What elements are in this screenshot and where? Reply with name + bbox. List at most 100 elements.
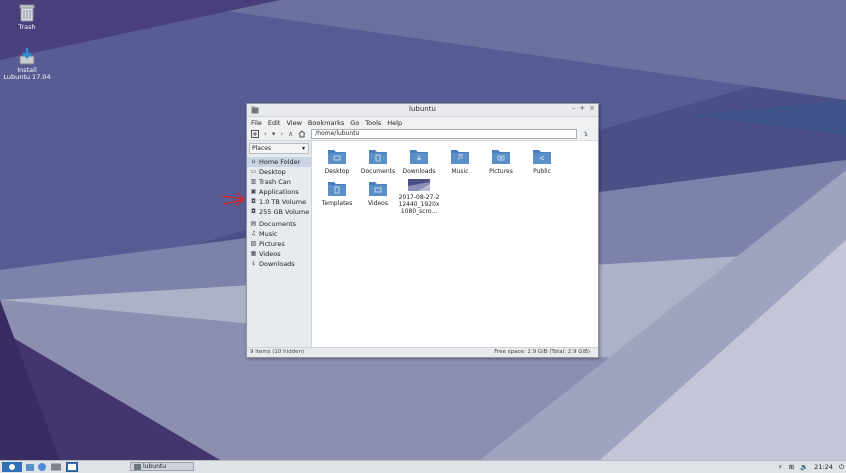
- power-manager-icon[interactable]: ⚡: [778, 463, 783, 471]
- workspace-switcher-icon[interactable]: [66, 462, 78, 472]
- path-input[interactable]: [311, 129, 578, 139]
- sidebar-item-pictures[interactable]: ▨ Pictures: [247, 239, 311, 249]
- window-body: Places ▾ ⌂ Home Folder ▭ Desktop ▥ Trash…: [247, 141, 598, 348]
- sidebar-item-label: Desktop: [259, 168, 286, 176]
- image-thumbnail-icon: [408, 179, 430, 191]
- network-icon[interactable]: ⊞: [789, 463, 794, 471]
- new-tab-icon[interactable]: [251, 130, 259, 138]
- home-icon[interactable]: [298, 130, 306, 138]
- taskbar-window-lubuntu[interactable]: lubuntu: [130, 462, 194, 471]
- file-item-music[interactable]: Music: [439, 147, 481, 175]
- file-name: Pictures: [489, 168, 513, 175]
- sidebar-item-label: Music: [259, 230, 278, 238]
- file-list-area[interactable]: Desktop Documents Downloads Music Pictur…: [312, 141, 598, 348]
- file-name: Music: [451, 168, 469, 175]
- menu-bookmarks[interactable]: Bookmarks: [308, 119, 344, 127]
- sidebar-item-downloads[interactable]: ↓ Downloads: [247, 259, 311, 269]
- folder-icon: ▤: [250, 220, 257, 227]
- file-item-documents[interactable]: Documents: [357, 147, 399, 175]
- desktop-icon-trash[interactable]: Trash: [0, 4, 57, 31]
- close-button[interactable]: ×: [589, 104, 595, 112]
- desktop: Trash Install Lubuntu 17.04 lubuntu – + …: [0, 0, 846, 473]
- toolbar: ‹ ▾ › ∧ ↴: [247, 128, 598, 141]
- folder-music-icon: [451, 150, 469, 164]
- drive-icon: ◘: [251, 198, 256, 205]
- sidebar-item-desktop[interactable]: ▭ Desktop: [247, 167, 311, 177]
- folder-videos-icon: [369, 182, 387, 196]
- status-free-space: Free space: 2.9 GiB (Total: 2.9 GiB): [494, 349, 590, 355]
- desktop-icon-label: Lubuntu 17.04: [3, 73, 51, 81]
- file-manager-window: lubuntu – + × File Edit View Bookmarks G…: [246, 103, 599, 358]
- sidebar-item-music[interactable]: ♫ Music: [247, 229, 311, 239]
- folder-public-icon: [533, 150, 551, 164]
- folder-documents-icon: [369, 150, 387, 164]
- sidebar-item-label: Documents: [259, 220, 297, 228]
- menu-go[interactable]: Go: [350, 119, 359, 127]
- applications-icon: ▣: [250, 188, 257, 195]
- menu-view[interactable]: View: [286, 119, 301, 127]
- show-desktop-icon[interactable]: [50, 462, 62, 472]
- file-item-public[interactable]: Public: [521, 147, 563, 175]
- sidebar-item-label: Videos: [259, 250, 281, 258]
- go-icon[interactable]: ↴: [582, 130, 588, 138]
- file-item-downloads[interactable]: Downloads: [398, 147, 440, 175]
- file-item-videos[interactable]: Videos: [357, 179, 399, 207]
- sidebar-item-applications[interactable]: ▣ Applications: [247, 187, 311, 197]
- places-selector[interactable]: Places ▾: [249, 143, 309, 154]
- status-item-count: 9 items (10 hidden): [250, 349, 305, 355]
- folder-icon: [134, 464, 141, 470]
- menu-file[interactable]: File: [251, 119, 262, 127]
- sidebar-item-label: Applications: [259, 188, 299, 196]
- file-name: Public: [533, 168, 551, 175]
- places-selector-label: Places: [252, 145, 272, 152]
- minimize-button[interactable]: –: [572, 104, 576, 112]
- file-manager-launcher-icon[interactable]: [25, 462, 35, 472]
- window-title: lubuntu: [409, 105, 436, 113]
- file-item-templates[interactable]: Templates: [316, 179, 358, 207]
- sidebar-item-label: 255 GB Volume: [259, 208, 310, 216]
- file-item-screenshot-image[interactable]: 2017-08-27-2 12440_1920x 1080_scro...: [398, 179, 440, 215]
- sidebar-item-documents[interactable]: ▤ Documents: [247, 219, 311, 229]
- sidebar-item-label: Downloads: [259, 260, 295, 268]
- file-name: 12440_1920x: [398, 201, 440, 208]
- window-titlebar[interactable]: lubuntu – + ×: [247, 104, 598, 117]
- power-icon[interactable]: ⏻: [839, 463, 844, 472]
- install-icon: [19, 48, 35, 65]
- folder-templates-icon: [328, 182, 346, 196]
- history-dropdown-icon[interactable]: ▾: [272, 130, 276, 138]
- home-icon: ⌂: [251, 158, 256, 165]
- menu-help[interactable]: Help: [387, 119, 402, 127]
- start-menu-button[interactable]: [2, 462, 22, 472]
- folder-desktop-icon: [328, 150, 346, 164]
- menu-edit[interactable]: Edit: [268, 119, 281, 127]
- menu-tools[interactable]: Tools: [365, 119, 381, 127]
- desktop-icon-install[interactable]: Install Lubuntu 17.04: [0, 47, 57, 81]
- file-name: Desktop: [324, 168, 350, 175]
- drive-icon: ◘: [251, 208, 256, 215]
- sidebar-item-255gb-volume[interactable]: ◘ 255 GB Volume: [247, 207, 311, 217]
- file-item-pictures[interactable]: Pictures: [480, 147, 522, 175]
- videos-icon: ▦: [250, 250, 257, 257]
- volume-icon[interactable]: 🔉: [800, 463, 808, 471]
- sidebar-item-label: Pictures: [259, 240, 285, 248]
- forward-icon[interactable]: ›: [280, 130, 283, 138]
- sidebar-item-label: Trash Can: [259, 178, 291, 186]
- trash-icon: [19, 4, 35, 22]
- file-name: Videos: [368, 200, 388, 207]
- clock[interactable]: 21:24: [814, 463, 833, 471]
- file-name: 1080_scro...: [400, 208, 438, 215]
- sidebar-item-trash-can[interactable]: ▥ Trash Can: [247, 177, 311, 187]
- sidebar-item-1tb-volume[interactable]: ◘ 1.0 TB Volume: [247, 197, 311, 207]
- sidebar-item-videos[interactable]: ▦ Videos: [247, 249, 311, 259]
- file-item-desktop[interactable]: Desktop: [316, 147, 358, 175]
- file-name: Downloads: [402, 168, 436, 175]
- back-icon[interactable]: ‹: [264, 130, 267, 138]
- browser-launcher-icon[interactable]: [37, 462, 47, 472]
- downloads-icon: ↓: [250, 260, 257, 267]
- maximize-button[interactable]: +: [579, 104, 585, 112]
- file-name: Documents: [360, 168, 396, 175]
- sidebar-item-home-folder[interactable]: ⌂ Home Folder: [247, 157, 311, 167]
- system-tray: ⚡ ⊞ 🔉 21:24 ⏻: [778, 462, 844, 472]
- up-icon[interactable]: ∧: [288, 130, 293, 138]
- folder-downloads-icon: [410, 150, 428, 164]
